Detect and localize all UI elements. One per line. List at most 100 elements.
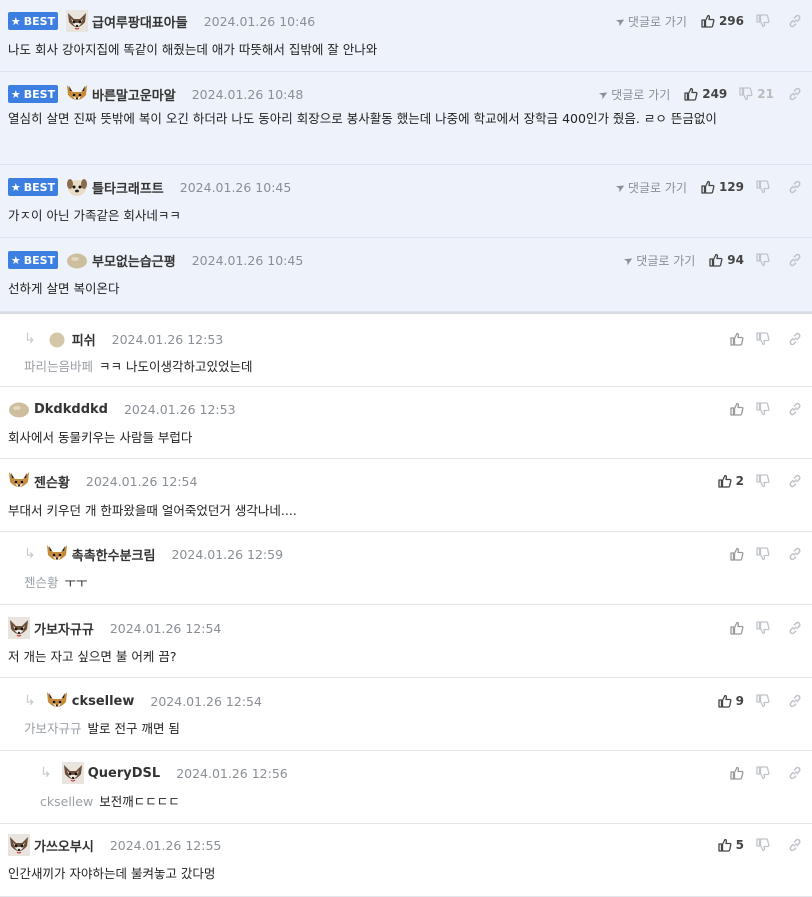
goto-label: 댓글로 가기: [627, 14, 687, 29]
comment-date: 2024.01.26 10:46: [203, 13, 316, 29]
best-label: BEST: [23, 14, 56, 28]
nickname[interactable]: 촉촉한수분크림: [72, 545, 156, 564]
goto-comment-link[interactable]: ➤ 댓글로 가기: [596, 86, 670, 103]
nickname[interactable]: 가보자규규: [34, 619, 94, 638]
link-icon[interactable]: [788, 694, 802, 708]
comment-header: ↳ 피쉬 2024.01.26 12:53: [24, 326, 223, 352]
link-icon[interactable]: [788, 402, 802, 416]
link-icon[interactable]: [788, 180, 802, 194]
comment-header: ★ BEST 바른말고운마알 2024.01.26 10:48: [8, 81, 303, 107]
avatar[interactable]: [46, 690, 68, 712]
link-icon[interactable]: [788, 332, 802, 346]
link-icon[interactable]: [788, 14, 802, 28]
dislike-button[interactable]: [756, 332, 774, 346]
dislike-button[interactable]: [756, 402, 774, 416]
goto-comment-link[interactable]: ➤ 댓글로 가기: [613, 179, 687, 196]
comment-actions: [714, 541, 802, 567]
avatar[interactable]: [66, 249, 88, 271]
nickname[interactable]: 부모없는습근평: [92, 251, 176, 270]
best-label: BEST: [23, 253, 56, 267]
avatar[interactable]: [66, 176, 88, 198]
comment-actions: ➤ 댓글로 가기 129: [613, 174, 802, 200]
link-icon[interactable]: [788, 547, 802, 561]
like-button[interactable]: 296: [701, 14, 744, 28]
thumbs-up-icon: [717, 838, 732, 852]
like-button[interactable]: 9: [714, 694, 744, 708]
dislike-button[interactable]: [756, 474, 774, 488]
avatar[interactable]: [66, 83, 88, 105]
dislike-button[interactable]: [756, 766, 774, 780]
like-button[interactable]: [714, 332, 744, 346]
like-button[interactable]: 94: [709, 253, 744, 267]
like-button[interactable]: [714, 547, 744, 561]
nickname[interactable]: 틀타크래프트: [92, 178, 164, 197]
avatar[interactable]: [46, 328, 68, 350]
link-icon[interactable]: [788, 474, 802, 488]
avatar[interactable]: [46, 543, 68, 565]
avatar[interactable]: [61, 762, 84, 784]
avatar[interactable]: [8, 398, 30, 420]
reply-comment: ↳ cksellew 2024.01.26 12:54 9 가보자규규 발로 전구 깨면 …: [0, 678, 812, 751]
dislike-button[interactable]: [756, 14, 774, 28]
like-button[interactable]: [714, 621, 744, 635]
like-button[interactable]: 5: [714, 838, 744, 852]
like-button[interactable]: 129: [701, 180, 744, 194]
comment-body: 부대서 키우던 개 한파왔을때 얼어죽었던거 생각나네....: [8, 500, 788, 521]
dislike-button[interactable]: [756, 180, 774, 194]
thumbs-down-icon: [756, 766, 770, 780]
avatar[interactable]: [8, 470, 30, 492]
comment-body: 젠슨황 ㅜㅜ: [24, 572, 788, 593]
mention-nickname[interactable]: 젠슨황: [24, 575, 59, 590]
dislike-button[interactable]: [756, 547, 774, 561]
nickname[interactable]: cksellew: [72, 694, 135, 709]
nickname[interactable]: Dkdkddkd: [34, 402, 108, 417]
dislike-button[interactable]: [756, 621, 774, 635]
link-icon[interactable]: [788, 621, 802, 635]
avatar[interactable]: [8, 834, 30, 856]
like-button[interactable]: [714, 402, 744, 416]
star-icon: ★: [10, 253, 21, 267]
dislike-button[interactable]: [756, 253, 774, 267]
link-icon[interactable]: [788, 838, 802, 852]
dislike-button[interactable]: 21: [739, 87, 774, 101]
comment-header: ★ BEST 틀타크래프트 2024.01.26 10:45: [8, 174, 291, 200]
avatar[interactable]: [66, 10, 88, 32]
dislike-button[interactable]: [756, 694, 774, 708]
nickname[interactable]: 피쉬: [72, 330, 96, 349]
link-icon[interactable]: [788, 87, 802, 101]
best-badge: ★ BEST: [8, 85, 58, 103]
comment-date: 2024.01.26 10:45: [179, 179, 292, 195]
link-icon[interactable]: [788, 766, 802, 780]
mention-nickname[interactable]: 가보자규규: [24, 721, 82, 736]
link-icon[interactable]: [788, 253, 802, 267]
nickname[interactable]: 급여루팡대표아들: [92, 12, 188, 31]
nickname[interactable]: QueryDSL: [88, 766, 160, 781]
comment-actions: [714, 615, 802, 641]
avatar[interactable]: [8, 617, 30, 639]
comment-text: ㅜㅜ: [64, 575, 88, 590]
comment-date: 2024.01.26 12:54: [85, 473, 198, 489]
mention-nickname[interactable]: cksellew: [40, 794, 93, 809]
thumbs-down-icon: [756, 838, 770, 852]
goto-comment-link[interactable]: ➤ 댓글로 가기: [613, 13, 687, 30]
best-comment: ★ BEST 바른말고운마알 2024.01.26 10:48 ➤ 댓글로 가기 249 21…: [0, 72, 812, 165]
nickname[interactable]: 바른말고운마알: [92, 85, 176, 104]
dislike-button[interactable]: [756, 838, 774, 852]
nickname[interactable]: 젠슨황: [34, 472, 70, 491]
send-arrow-icon: ➤: [613, 179, 628, 195]
comment-body: 저 개는 자고 싶으면 불 어케 끔?: [8, 646, 788, 667]
like-button[interactable]: [714, 766, 744, 780]
like-button[interactable]: 249: [684, 87, 727, 101]
comment-actions: [714, 396, 802, 422]
best-comment: ★ BEST 틀타크래프트 2024.01.26 10:45 ➤ 댓글로 가기 129 가ㅈ이…: [0, 165, 812, 238]
thumbs-down-icon: [756, 14, 770, 28]
comment: Dkdkddkd 2024.01.26 12:53 회사에서 동물키우는 사람들 부…: [0, 387, 812, 459]
comment-date: 2024.01.26 12:56: [176, 765, 288, 781]
goto-comment-link[interactable]: ➤ 댓글로 가기: [621, 252, 695, 269]
thumbs-down-icon: [756, 694, 770, 708]
comment-actions: 9: [714, 688, 802, 714]
star-icon: ★: [10, 14, 21, 28]
nickname[interactable]: 가쓰오부시: [34, 836, 94, 855]
like-button[interactable]: 2: [714, 474, 744, 488]
mention-nickname[interactable]: 파리는음바페: [24, 359, 93, 374]
